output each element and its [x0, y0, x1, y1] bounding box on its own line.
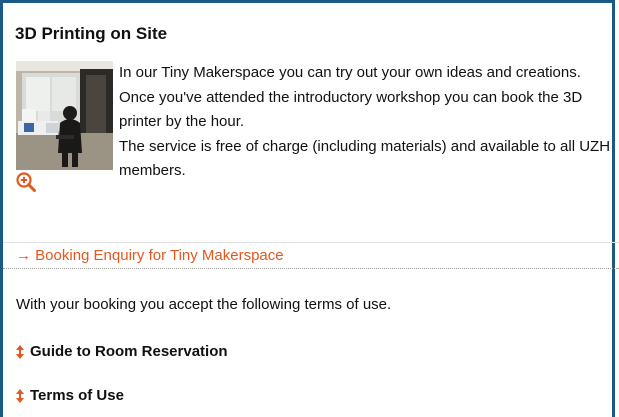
makerspace-photo[interactable]: [16, 61, 113, 170]
up-down-arrows-icon: [16, 345, 24, 359]
intro-paragraph: The service is free of charge (including…: [119, 137, 611, 180]
accordion-terms-of-use[interactable]: Terms of Use: [16, 386, 124, 406]
intro-paragraph: In our Tiny Makerspace you can try out y…: [119, 64, 583, 130]
divider: [3, 242, 619, 243]
accordion-label: Guide to Room Reservation: [30, 343, 228, 360]
accordion-label: Terms of Use: [30, 387, 124, 404]
section-title: 3D Printing on Site: [15, 24, 168, 43]
terms-note: With your booking you accept the followi…: [16, 296, 392, 313]
zoom-in-icon[interactable]: [15, 171, 37, 193]
intro-text: In our Tiny Makerspace you can try out y…: [119, 61, 611, 184]
makerspace-photo-image: [16, 61, 113, 170]
up-down-arrows-icon: [16, 389, 24, 403]
booking-enquiry-link[interactable]: → Booking Enquiry for Tiny Makerspace: [16, 247, 284, 265]
accordion-guide-to-room-reservation[interactable]: Guide to Room Reservation: [16, 342, 228, 362]
dotted-divider: [3, 268, 619, 269]
